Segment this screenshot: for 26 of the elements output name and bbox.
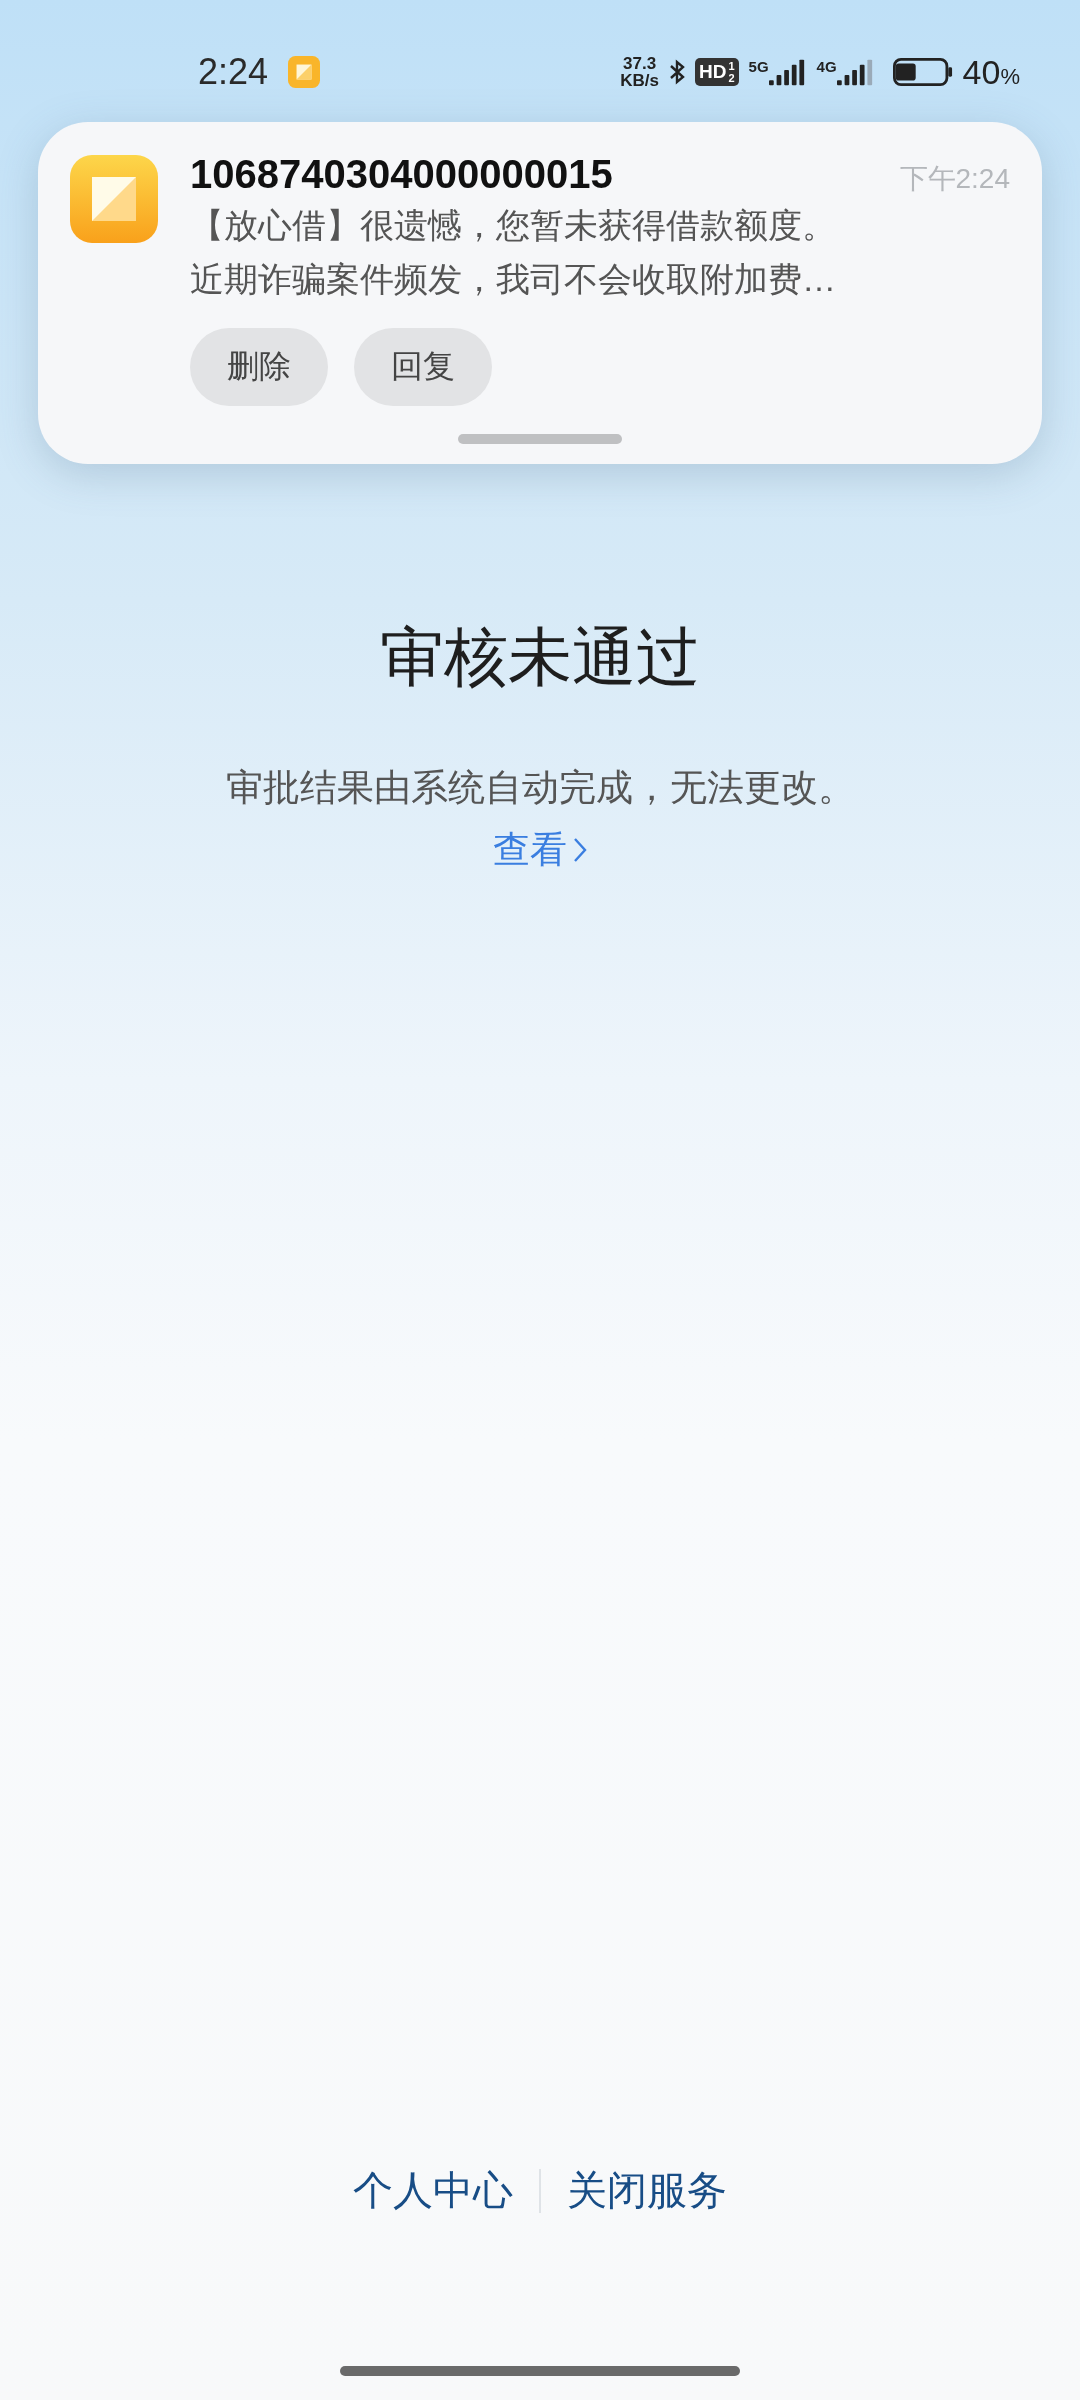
network-type: 4G — [816, 58, 837, 75]
notification-text: 【放心借】很遗憾，您暂未获得借款额度。 — [190, 205, 837, 246]
chevron-right-icon — [573, 837, 587, 863]
message-app-icon — [70, 155, 158, 243]
notification-sender: 1068740304000000015 — [190, 152, 613, 197]
result-title: 审核未通过 — [380, 620, 700, 695]
percent-sign: % — [1000, 63, 1020, 89]
signal-icon — [768, 58, 807, 86]
bluetooth-icon — [669, 58, 685, 86]
network-speed: 37.3 — [623, 55, 657, 72]
network-speed-unit: KB/s — [620, 72, 659, 89]
network-type: 5G — [748, 58, 769, 75]
notification-text: 近期诈骗案件频发，我司不会收取附加费… — [190, 259, 837, 300]
drag-handle[interactable] — [458, 434, 622, 444]
notification-action-button[interactable]: 回复 — [354, 328, 492, 406]
notification-card[interactable]: 1068740304000000015 下午2:24 【放心借】很遗憾，您暂未获得借款额度。 近期诈骗案件频发，我司不会收取附加费… 删除 回复 — [38, 122, 1042, 464]
message-app-icon — [288, 56, 321, 88]
notification-action-button[interactable]: 删除 — [190, 328, 328, 406]
battery-percent: 40 — [962, 52, 1001, 91]
footer-link[interactable]: 个人中心 — [353, 2163, 513, 2218]
status-time: 2:24 — [198, 51, 269, 93]
result-message: 审批结果由系统自动完成，无法更改。 — [225, 766, 855, 810]
footer-link[interactable]: 关闭服务 — [567, 2163, 727, 2218]
home-indicator[interactable] — [340, 2366, 740, 2376]
notification-time: 下午2:24 — [899, 162, 1010, 196]
signal-icon — [836, 58, 875, 86]
